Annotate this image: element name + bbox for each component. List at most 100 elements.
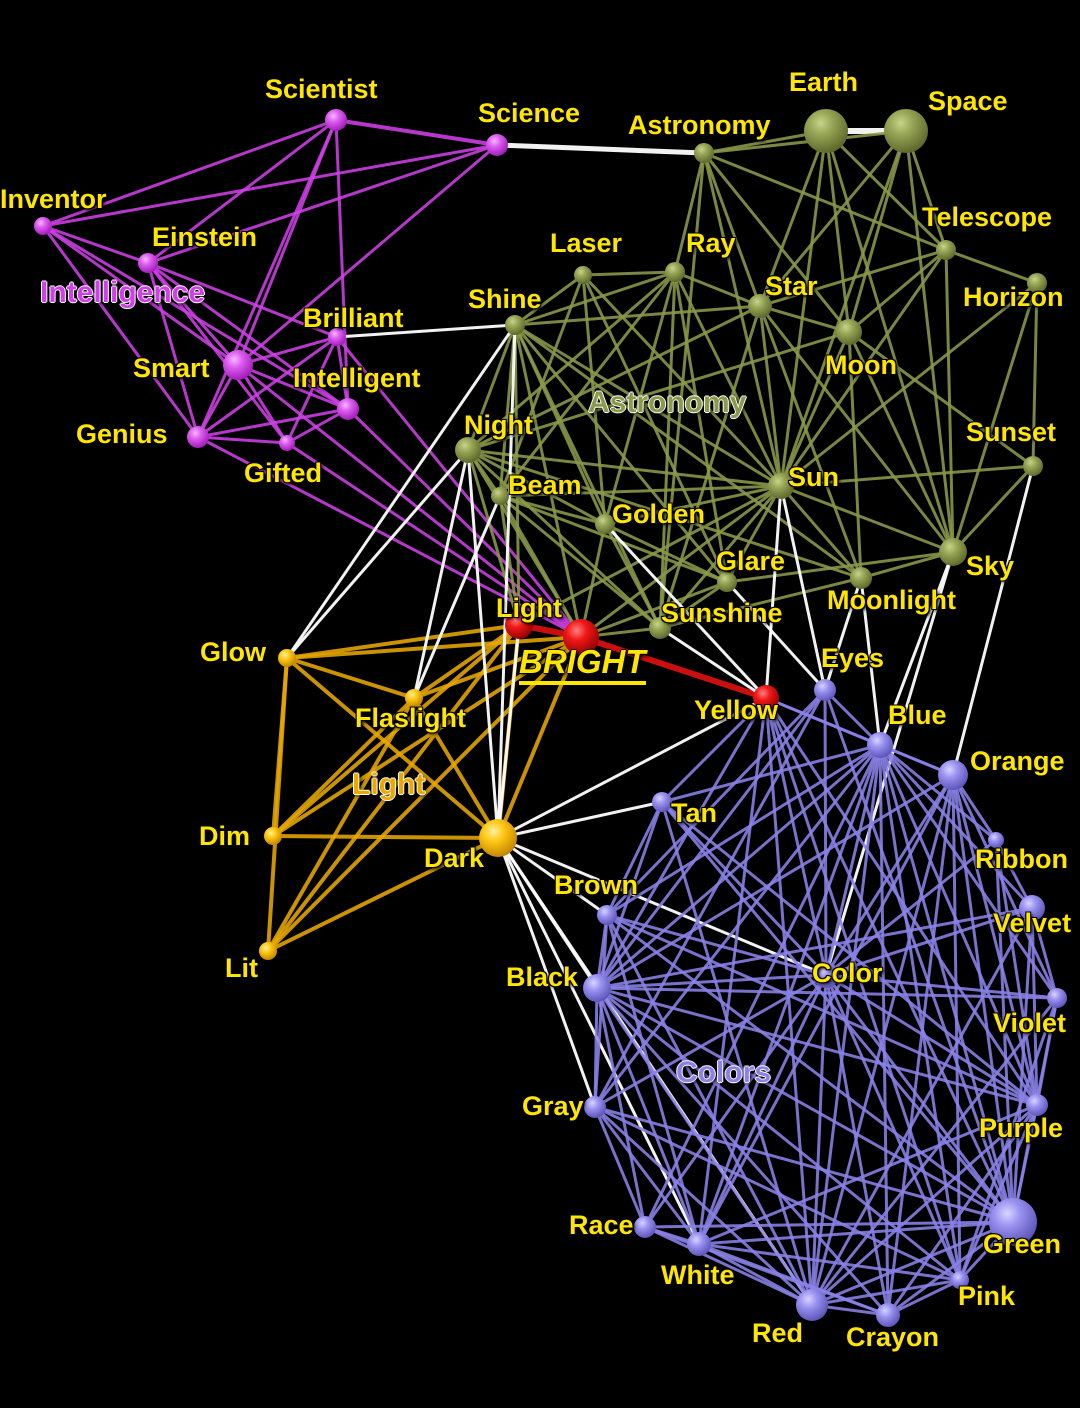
node-label-race[interactable]: Race <box>569 1212 634 1239</box>
node-label-dark[interactable]: Dark <box>424 845 484 872</box>
node-label-shine[interactable]: Shine <box>468 286 542 313</box>
graph-node-smart[interactable] <box>223 350 253 380</box>
graph-node-laser[interactable] <box>574 266 592 284</box>
graph-node-ray[interactable] <box>665 262 685 282</box>
graph-node-gifted[interactable] <box>279 435 295 451</box>
graph-edge <box>904 129 955 554</box>
node-label-color[interactable]: Color <box>812 960 883 987</box>
node-label-flaslight[interactable]: Flaslight <box>355 705 466 732</box>
node-label-ribbon[interactable]: Ribbon <box>975 846 1068 873</box>
node-label-einstein[interactable]: Einstein <box>152 224 257 251</box>
node-label-intelligent[interactable]: Intelligent <box>293 365 421 392</box>
node-label-velvet[interactable]: Velvet <box>993 910 1071 937</box>
graph-node-sunset[interactable] <box>1023 456 1043 476</box>
graph-edge <box>658 626 768 700</box>
node-label-yellow[interactable]: Yellow <box>694 697 778 724</box>
node-label-black[interactable]: Black <box>506 964 578 991</box>
node-label-beam[interactable]: Beam <box>508 472 582 499</box>
graph-edge <box>593 986 599 1109</box>
graph-node-gray[interactable] <box>584 1096 606 1118</box>
graph-canvas: Scientist Science Inventor Einstein Brillian… <box>0 0 1080 1408</box>
graph-node-astronomy[interactable] <box>694 143 714 163</box>
node-label-star[interactable]: Star <box>765 273 818 300</box>
graph-node-tan[interactable] <box>652 792 672 812</box>
node-label-purple[interactable]: Purple <box>979 1115 1063 1142</box>
node-label-light[interactable]: Light <box>496 595 562 622</box>
graph-node-blue[interactable] <box>867 732 893 758</box>
node-label-gray[interactable]: Gray <box>522 1093 584 1120</box>
graph-node-dark[interactable] <box>479 819 517 857</box>
node-label-inventor[interactable]: Inventor <box>0 186 107 213</box>
node-label-scientist[interactable]: Scientist <box>265 76 378 103</box>
node-label-gifted[interactable]: Gifted <box>244 460 322 487</box>
graph-node-scientist[interactable] <box>325 109 347 131</box>
graph-node-moon[interactable] <box>836 319 862 345</box>
graph-edge <box>581 270 677 277</box>
node-label-blue[interactable]: Blue <box>888 702 947 729</box>
graph-node-shine[interactable] <box>505 315 525 335</box>
node-label-space[interactable]: Space <box>928 88 1008 115</box>
node-label-glare[interactable]: Glare <box>716 548 785 575</box>
node-label-telescope[interactable]: Telescope <box>922 204 1052 231</box>
graph-node-white[interactable] <box>687 1232 711 1256</box>
node-label-pink[interactable]: Pink <box>958 1283 1015 1310</box>
graph-node-violet[interactable] <box>1047 988 1067 1008</box>
graph-node-orange[interactable] <box>938 760 968 790</box>
graph-edge <box>944 248 1039 285</box>
graph-node-earth[interactable] <box>804 109 848 153</box>
node-label-violet[interactable]: Violet <box>993 1010 1066 1037</box>
node-label-brilliant[interactable]: Brilliant <box>303 305 404 332</box>
graph-node-brown[interactable] <box>597 905 617 925</box>
graph-node-red[interactable] <box>796 1289 828 1321</box>
node-label-earth[interactable]: Earth <box>789 69 858 96</box>
node-label-lit[interactable]: Lit <box>225 955 258 982</box>
node-label-ray[interactable]: Ray <box>686 230 736 257</box>
node-label-golden[interactable]: Golden <box>612 501 705 528</box>
cluster-label-light: Light <box>352 768 426 801</box>
graph-node-dim[interactable] <box>264 827 282 845</box>
graph-edge <box>41 224 200 439</box>
node-label-sunset[interactable]: Sunset <box>966 419 1056 446</box>
graph-node-science[interactable] <box>486 134 508 156</box>
node-label-dim[interactable]: Dim <box>199 823 250 850</box>
node-label-laser[interactable]: Laser <box>550 230 622 257</box>
graph-node-telescope[interactable] <box>936 240 956 260</box>
graph-node-black[interactable] <box>583 974 611 1002</box>
graph-edge <box>593 1105 647 1229</box>
graph-node-beam[interactable] <box>491 487 509 505</box>
node-label-night[interactable]: Night <box>464 412 533 439</box>
graph-node-intelligent[interactable] <box>337 398 359 420</box>
node-label-genius[interactable]: Genius <box>76 421 168 448</box>
graph-node-sky[interactable] <box>939 538 967 566</box>
graph-node-inventor[interactable] <box>34 217 52 235</box>
node-label-brown[interactable]: Brown <box>554 872 638 899</box>
graph-edge <box>41 143 499 228</box>
node-label-sun[interactable]: Sun <box>788 464 839 491</box>
node-label-eyes[interactable]: Eyes <box>821 645 884 672</box>
node-label-moonlight[interactable]: Moonlight <box>827 587 956 614</box>
graph-node-genius[interactable] <box>187 426 209 448</box>
node-label-sky[interactable]: Sky <box>966 553 1014 580</box>
graph-node-space[interactable] <box>884 109 928 153</box>
node-label-sunshine[interactable]: Sunshine <box>661 600 783 627</box>
graph-node-glow[interactable] <box>278 649 296 667</box>
node-label-science[interactable]: Science <box>478 100 580 127</box>
node-label-green[interactable]: Green <box>983 1231 1061 1258</box>
graph-node-race[interactable] <box>634 1216 656 1238</box>
node-label-glow[interactable]: Glow <box>200 639 266 666</box>
graph-edge <box>494 142 707 156</box>
node-label-tan[interactable]: Tan <box>671 800 717 827</box>
focus-node-label-bright[interactable]: BRIGHT <box>519 645 646 685</box>
node-label-red[interactable]: Red <box>752 1320 803 1347</box>
node-label-smart[interactable]: Smart <box>133 355 210 382</box>
node-label-horizon[interactable]: Horizon <box>963 284 1064 311</box>
graph-node-night[interactable] <box>455 437 481 463</box>
node-label-white[interactable]: White <box>661 1262 735 1289</box>
node-label-astronomy[interactable]: Astronomy <box>628 112 771 139</box>
node-label-moon[interactable]: Moon <box>825 352 897 379</box>
graph-node-einstein[interactable] <box>138 253 158 273</box>
graph-node-eyes[interactable] <box>814 679 836 701</box>
node-label-orange[interactable]: Orange <box>970 748 1065 775</box>
node-label-crayon[interactable]: Crayon <box>846 1324 939 1351</box>
graph-node-lit[interactable] <box>259 942 277 960</box>
